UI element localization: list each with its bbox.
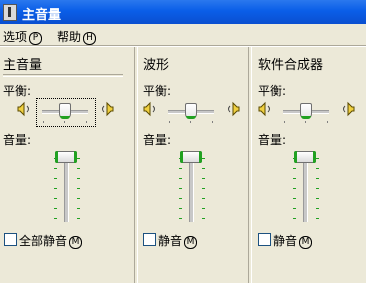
right-speaker-icon bbox=[102, 101, 114, 117]
menu-separator bbox=[0, 45, 366, 47]
mute-checkbox[interactable] bbox=[258, 233, 271, 246]
balance-label: 平衡: bbox=[258, 84, 287, 98]
left-speaker-icon bbox=[17, 101, 29, 117]
volume-slider-thumb[interactable] bbox=[55, 151, 77, 163]
balance-label: 平衡: bbox=[3, 84, 32, 98]
mute-label[interactable]: 静音 M bbox=[273, 232, 313, 249]
balance-slider-thumb[interactable] bbox=[59, 103, 71, 119]
left-speaker-icon bbox=[143, 101, 155, 117]
volume-label: 音量: bbox=[143, 133, 172, 147]
channel-title: 软件合成器 bbox=[258, 58, 324, 73]
mute-checkbox[interactable] bbox=[143, 233, 156, 246]
balance-ticks bbox=[284, 121, 328, 123]
title-underline bbox=[3, 74, 123, 77]
balance-ticks bbox=[43, 121, 87, 123]
channel-title: 主音量 bbox=[3, 58, 43, 73]
mute-all-checkbox[interactable] bbox=[4, 233, 17, 246]
window-title: 主音量 bbox=[22, 8, 62, 23]
balance-label: 平衡: bbox=[143, 84, 172, 98]
volume-label: 音量: bbox=[3, 133, 32, 147]
channel-title: 波形 bbox=[143, 58, 170, 73]
balance-slider-thumb[interactable] bbox=[300, 103, 312, 119]
column-divider bbox=[248, 47, 252, 283]
volume-control-app-icon[interactable] bbox=[3, 4, 17, 21]
mute-label[interactable]: 静音 M bbox=[158, 232, 198, 249]
volume-label: 音量: bbox=[258, 133, 287, 147]
balance-slider-thumb[interactable] bbox=[185, 103, 197, 119]
column-divider bbox=[134, 47, 138, 283]
menu-options[interactable]: 选项 P bbox=[3, 28, 43, 45]
menu-bar: 选项 P 帮助 H bbox=[0, 25, 366, 45]
left-speaker-icon bbox=[258, 101, 270, 117]
volume-slider-thumb[interactable] bbox=[180, 151, 202, 163]
title-bar[interactable]: 主音量 bbox=[0, 0, 366, 24]
volume-slider-thumb[interactable] bbox=[294, 151, 316, 163]
mute-all-label[interactable]: 全部静音 M bbox=[19, 232, 83, 249]
menu-help[interactable]: 帮助 H bbox=[57, 28, 97, 45]
right-speaker-icon bbox=[343, 101, 355, 117]
balance-ticks bbox=[169, 121, 213, 123]
right-speaker-icon bbox=[228, 101, 240, 117]
